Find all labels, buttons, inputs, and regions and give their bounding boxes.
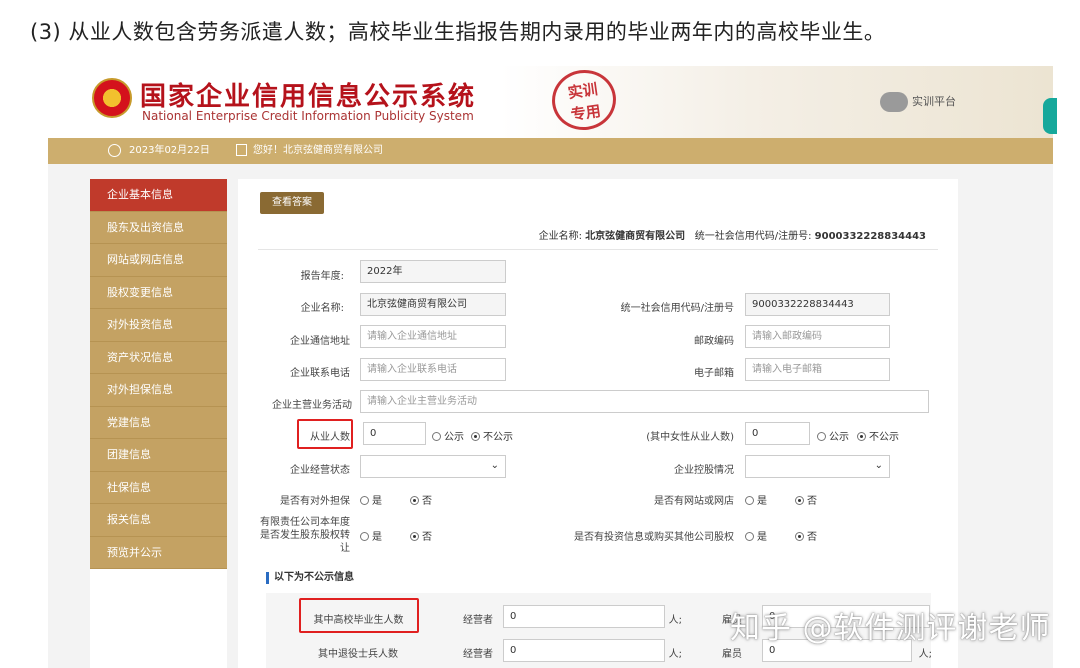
control-select[interactable]: ⌄ — [745, 455, 890, 478]
equity-yes-radio[interactable]: 是 — [360, 528, 382, 543]
site-subtitle: National Enterprise Credit Information P… — [142, 109, 474, 123]
chevron-down-icon: ⌄ — [874, 460, 883, 471]
year-label: 报告年度: — [300, 271, 344, 282]
phone-input[interactable]: 请输入企业联系电话 — [360, 358, 506, 381]
sidebar-item-investment[interactable]: 对外投资信息 — [90, 309, 227, 342]
female-staff-label: (其中女性从业人数) — [646, 432, 734, 443]
equity-no-radio[interactable]: 否 — [410, 528, 432, 543]
site-title: 国家企业信用信息公示系统 — [140, 82, 477, 112]
business-input[interactable]: 请输入企业主营业务活动 — [360, 390, 929, 413]
address-label: 企业通信地址 — [290, 336, 350, 347]
guarantee-yes-radio[interactable]: 是 — [360, 492, 382, 507]
avatar-icon — [880, 92, 908, 112]
section-title: 以下为不公示信息 — [266, 572, 354, 584]
divider — [258, 249, 938, 250]
address-input[interactable]: 请输入企业通信地址 — [360, 325, 506, 348]
website-no-radio[interactable]: 否 — [795, 492, 817, 507]
zip-label: 邮政编码 — [694, 336, 734, 347]
female-not-public-radio[interactable]: 不公示 — [857, 428, 899, 443]
background — [90, 164, 958, 179]
training-stamp-icon: 实训 专用 — [548, 65, 620, 135]
background — [48, 164, 90, 668]
sidebar-item-party[interactable]: 党建信息 — [90, 406, 227, 439]
view-answer-button[interactable]: 查看答案 — [260, 192, 324, 214]
staff-not-public-radio[interactable]: 不公示 — [471, 428, 513, 443]
background — [227, 179, 238, 668]
graduates-label: 其中高校毕业生人数 — [313, 615, 404, 626]
company-name-field[interactable]: 北京弦健商贸有限公司 — [360, 293, 506, 316]
equity-transfer-label: 有限责任公司本年度是否发生股东股权转让 — [260, 517, 350, 554]
sidebar: 企业基本信息 股东及出资信息 网站或网店信息 股权变更信息 对外投资信息 资产状… — [90, 179, 227, 569]
main-panel: 查看答案 企业名称: 北京弦健商贸有限公司 统一社会信用代码/注册号: 9000… — [238, 179, 958, 668]
sidebar-item-guarantee[interactable]: 对外担保信息 — [90, 374, 227, 407]
side-tab-handle[interactable] — [1043, 98, 1057, 134]
site-header: 国家企业信用信息公示系统 National Enterprise Credit … — [48, 65, 1057, 138]
unit-label: 人; — [918, 649, 932, 660]
investment-no-radio[interactable]: 否 — [795, 528, 817, 543]
sidebar-item-preview[interactable]: 预览并公示 — [90, 536, 227, 569]
staff-public-radio[interactable]: 公示 — [432, 428, 464, 443]
clock-icon — [108, 143, 121, 157]
guarantee-label: 是否有对外担保 — [280, 496, 350, 507]
status-label: 企业经营状态 — [290, 465, 350, 476]
sidebar-item-equity-change[interactable]: 股权变更信息 — [90, 276, 227, 309]
name-label: 企业名称: — [300, 303, 344, 314]
veterans-label: 其中退役士兵人数 — [318, 649, 398, 660]
operator-label: 经营者 — [463, 615, 493, 626]
veterans-operator-input[interactable]: 0 — [503, 639, 665, 662]
credit-code-label: 统一社会信用代码/注册号 — [620, 303, 734, 314]
investment-label: 是否有投资信息或购买其他公司股权 — [574, 532, 734, 543]
guarantee-no-radio[interactable]: 否 — [410, 492, 432, 507]
email-input[interactable]: 请输入电子邮箱 — [745, 358, 890, 381]
national-emblem-icon — [92, 78, 132, 118]
unit-label: 人; — [668, 649, 682, 660]
chevron-down-icon: ⌄ — [490, 460, 499, 471]
graduates-operator-input[interactable]: 0 — [503, 605, 665, 628]
info-bar: 2023年02月22日 您好！北京弦健商贸有限公司 — [48, 138, 1053, 164]
operator-label: 经营者 — [463, 649, 493, 660]
control-label: 企业控股情况 — [674, 465, 734, 476]
credit-code-field[interactable]: 9000332228834443 — [745, 293, 890, 316]
sidebar-item-website[interactable]: 网站或网店信息 — [90, 244, 227, 277]
sidebar-item-basic-info[interactable]: 企业基本信息 — [90, 179, 227, 212]
greeting: 您好！北京弦健商贸有限公司 — [236, 138, 383, 164]
zip-input[interactable]: 请输入邮政编码 — [745, 325, 890, 348]
email-label: 电子邮箱 — [694, 368, 734, 379]
report-year-field[interactable]: 2022年 — [360, 260, 506, 283]
staff-label: 从业人数 — [310, 432, 350, 443]
company-summary: 企业名称: 北京弦健商贸有限公司 统一社会信用代码/注册号: 900033222… — [538, 231, 926, 242]
sidebar-item-assets[interactable]: 资产状况信息 — [90, 341, 227, 374]
user-icon — [236, 144, 247, 156]
sidebar-item-social-security[interactable]: 社保信息 — [90, 471, 227, 504]
website-yes-radio[interactable]: 是 — [745, 492, 767, 507]
website-label: 是否有网站或网店 — [654, 496, 734, 507]
sidebar-item-shareholders[interactable]: 股东及出资信息 — [90, 211, 227, 244]
staff-count-input[interactable]: 0 — [363, 422, 426, 445]
unit-label: 人; — [668, 615, 682, 626]
watermark: 知乎 @软件测评谢老师 — [730, 611, 1051, 646]
caption-note: (3) 从业人数包含劳务派遣人数；高校毕业生指报告期内录用的毕业两年内的高校毕业… — [30, 20, 886, 44]
status-select[interactable]: ⌄ — [360, 455, 506, 478]
phone-label: 企业联系电话 — [290, 368, 350, 379]
business-label: 企业主营业务活动 — [272, 400, 352, 411]
employee-label: 雇员 — [722, 649, 742, 660]
background — [958, 164, 1053, 668]
female-staff-input[interactable]: 0 — [745, 422, 810, 445]
sidebar-item-customs[interactable]: 报关信息 — [90, 504, 227, 537]
date-display: 2023年02月22日 — [108, 138, 210, 164]
training-platform-link[interactable]: 实训平台 — [880, 92, 956, 112]
investment-yes-radio[interactable]: 是 — [745, 528, 767, 543]
sidebar-item-league[interactable]: 团建信息 — [90, 439, 227, 472]
female-public-radio[interactable]: 公示 — [817, 428, 849, 443]
